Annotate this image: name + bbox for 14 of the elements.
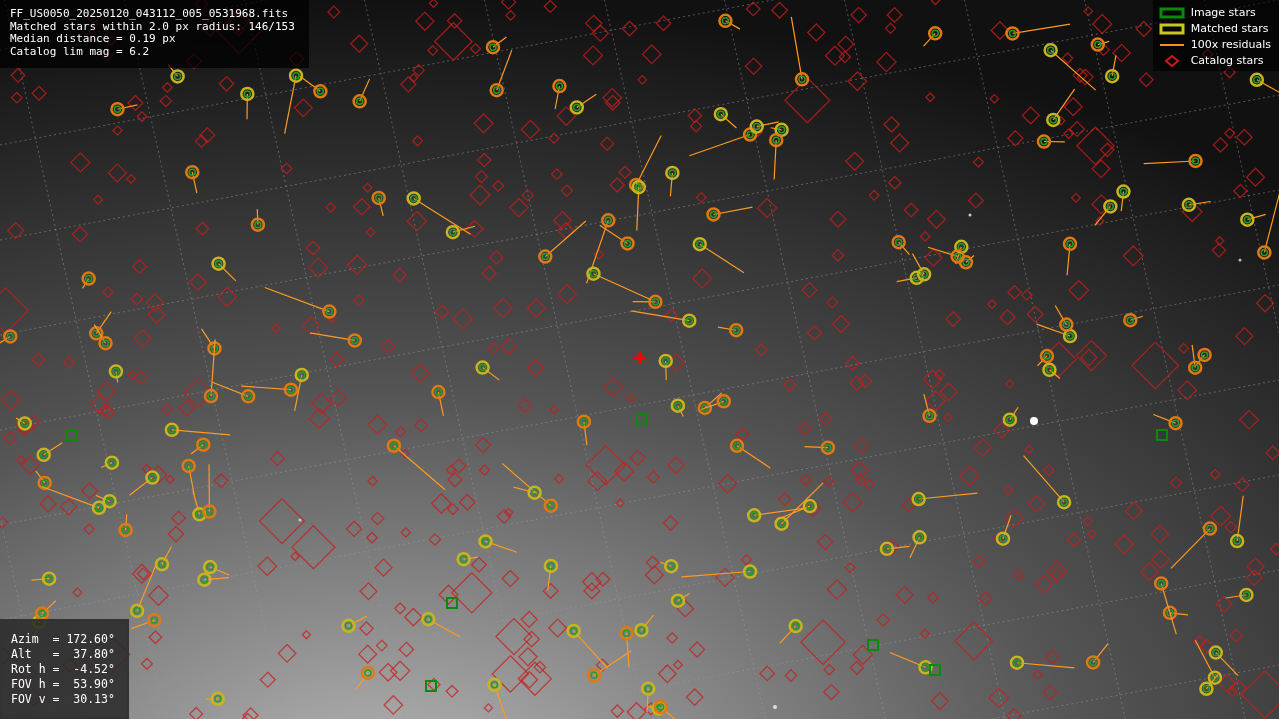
info-text: Median distance = 0.19 px <box>10 33 177 46</box>
pointing-text: Alt = 37.80° <box>11 647 115 662</box>
cross-icon <box>632 350 648 366</box>
pointing-text: Azim = 172.60° <box>11 632 115 647</box>
legend-label: Catalog stars <box>1190 54 1264 67</box>
pointing-text: FOV v = 30.13° <box>11 692 115 707</box>
info-text: Matched stars within 2.0 px radius: 146/153 <box>10 20 295 33</box>
legend-label: Image stars <box>1190 6 1256 19</box>
info-text: Catalog lim mag = 6.2 <box>10 45 151 58</box>
pointing-text: Rot h = -4.52° <box>11 662 115 677</box>
info-text: FF_US0050_20250120_043112_005_0531968.fits <box>10 8 290 21</box>
legend-label: 100x residuals <box>1190 38 1271 51</box>
pointing-text: FOV h = 53.90° <box>11 677 115 692</box>
legend-label: Matched stars <box>1190 22 1269 35</box>
